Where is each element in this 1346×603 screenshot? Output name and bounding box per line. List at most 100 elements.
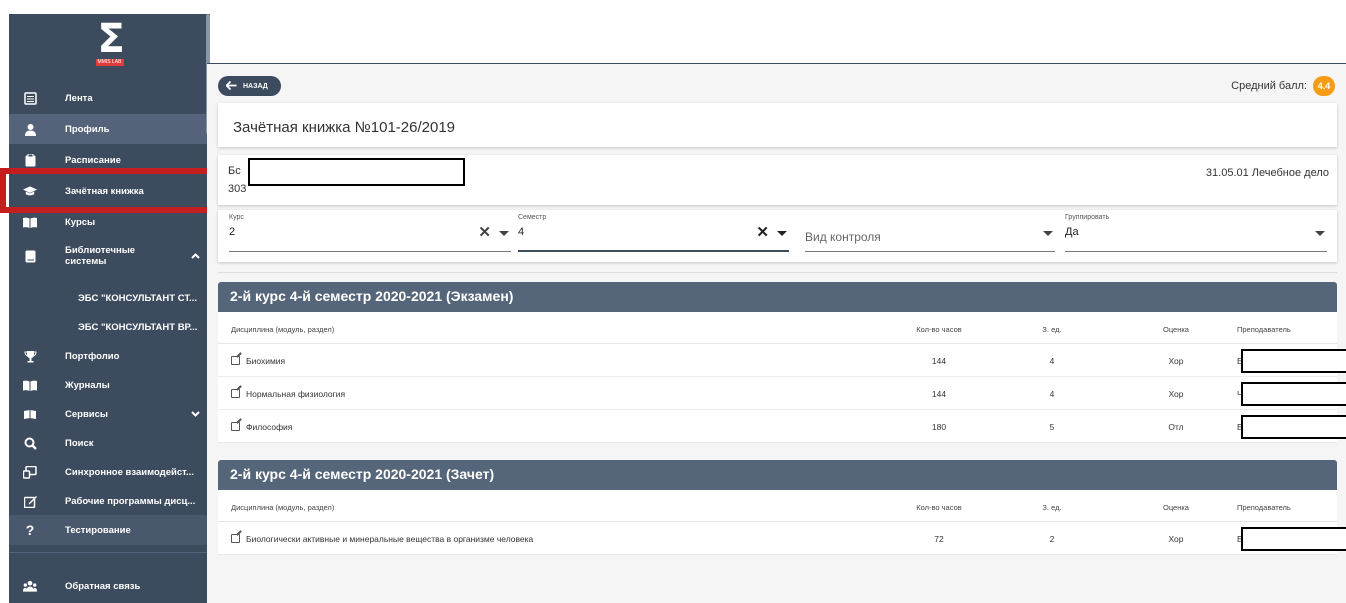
caret-down-icon[interactable] [777,231,787,236]
record-book-title-card: Зачётная книжка №101-26/2019 [218,103,1337,147]
divider [218,272,1337,273]
discipline-cell: Биохимия [231,356,285,366]
back-button-label: НАЗАД [243,82,268,90]
sidebar-item-label: Журналы [65,379,110,391]
section-title: 2-й курс 4-й семестр 2020-2021 (Зачет) [230,466,495,482]
logo-tag: MMIS LAB [95,59,124,66]
feed-icon [23,91,37,105]
average-score-badge: 4.4 [1313,76,1335,96]
table-header: Дисциплина (модуль, раздел) Кол-во часов… [218,490,1337,522]
sidebar-item-label: Курсы [65,216,96,228]
sidebar-item-ebs-doctor[interactable]: ЭБС "КОНСУЛЬТАНТ ВР... [9,312,210,342]
logo[interactable]: Σ MMIS LAB [9,14,210,72]
control-type-placeholder: Вид контроля [805,230,881,244]
sidebar-item-label: Поиск [65,437,94,449]
average-score-label: Средний балл: [1231,80,1307,92]
sidebar-item-testing[interactable]: ? Тестирование [9,515,210,545]
discipline-name: Философия [246,422,293,432]
edit-icon[interactable] [231,534,240,543]
group-by-select[interactable]: Группировать Да [1065,214,1327,252]
clipboard-icon [23,153,37,167]
col-grade-header: Оценка [1163,503,1189,512]
caret-down-icon[interactable] [1315,231,1325,236]
grade-cell: Хор [1168,389,1184,399]
clear-icon[interactable]: ✕ [756,225,769,240]
sidebar-item-library-systems[interactable]: Библиотечные системы [9,238,210,274]
arrow-left-icon [225,80,237,92]
group-by-select-value: Да [1065,226,1079,238]
hours-cell: 144 [931,356,947,366]
back-button[interactable]: НАЗАД [218,76,281,96]
discipline-name: Нормальная физиология [246,389,346,399]
sidebar-item-label: Расписание [65,154,121,166]
semester-select-value: 4 [518,226,525,238]
redacted-name-box [248,158,465,186]
book-open-icon [23,215,37,229]
sidebar-item-feed[interactable]: Лента [9,83,210,113]
clear-icon[interactable]: ✕ [478,225,491,240]
sidebar-item-label: Лента [65,92,93,104]
col-teacher-header: Преподаватель [1237,325,1291,334]
table-row[interactable]: Биологически активные и минеральные веще… [218,522,1346,555]
course-select-label: Курс [229,214,244,221]
services-icon [23,407,37,421]
discipline-cell: Биологически активные и минеральные веще… [231,534,533,544]
main-content: НАЗАД Средний балл: 4.4 Зачётная книжка … [207,63,1346,603]
ze-cell: 5 [1049,422,1055,432]
sidebar-item-work-programs[interactable]: Рабочие программы дисц... [9,486,210,516]
course-select[interactable]: Курс 2 ✕ [229,214,511,252]
sidebar-item-portfolio[interactable]: Портфолио [9,341,210,371]
trophy-icon [23,349,37,363]
sync-icon [23,465,37,479]
control-type-select[interactable]: Вид контроля [805,214,1055,252]
logo-symbol: Σ [97,16,125,62]
edit-icon [23,494,37,508]
table-row[interactable]: Нормальная физиология 144 4 Хор Ч [218,377,1346,410]
sidebar-divider [9,552,210,553]
ze-cell: 2 [1049,534,1055,544]
course-select-value: 2 [229,226,236,238]
sidebar-item-sync[interactable]: Синхронное взаимодейст... [9,457,210,487]
discipline-cell: Философия [231,422,292,432]
person-icon [23,122,37,136]
discipline-name: Биологически активные и минеральные веще… [246,534,534,544]
discipline-cell: Нормальная физиология [231,389,345,399]
section-header-credit: 2-й курс 4-й семестр 2020-2021 (Зачет) [218,460,1337,490]
search-icon [23,436,37,450]
col-teacher-header: Преподаватель [1237,503,1291,512]
sidebar-item-services[interactable]: Сервисы [9,399,210,429]
edit-icon[interactable] [231,356,240,365]
sidebar-item-label: Синхронное взаимодейст... [65,466,194,478]
sidebar-item-feedback[interactable]: Обратная связь [9,571,210,601]
redacted-teacher-box [1241,349,1346,373]
table-row[interactable]: Биохимия 144 4 Хор Е [218,344,1346,377]
section-title: 2-й курс 4-й семестр 2020-2021 (Экзамен) [230,288,514,304]
sidebar-item-profile[interactable]: Профиль [9,114,210,144]
sidebar-item-label: Сервисы [65,408,109,420]
edit-icon[interactable] [231,422,240,431]
col-hours-header: Кол-во часов [916,503,962,512]
student-group: 303 [228,183,247,195]
sidebar-item-label: ЭБС "КОНСУЛЬТАНТ СТ... [78,292,197,304]
caret-down-icon[interactable] [499,231,509,236]
discipline-name: Биохимия [246,356,286,366]
highlight-frame [0,168,218,213]
sidebar: Σ MMIS LAB Лента Профиль Расписание Зачё… [9,14,210,603]
col-hours-header: Кол-во часов [916,325,962,334]
col-discipline-header: Дисциплина (модуль, раздел) [231,503,335,512]
table-row[interactable]: Философия 180 5 Отл Е [218,410,1346,443]
sidebar-item-search[interactable]: Поиск [9,428,210,458]
redacted-teacher-box [1241,415,1346,439]
ze-cell: 4 [1049,389,1055,399]
sidebar-item-journals[interactable]: Журналы [9,370,210,400]
grade-cell: Отл [1168,422,1184,432]
sidebar-item-label: Библиотечные системы [65,245,136,267]
sidebar-item-label: Рабочие программы дисц... [65,495,196,507]
table-header: Дисциплина (модуль, раздел) Кол-во часов… [218,312,1337,344]
semester-select[interactable]: Семестр 4 ✕ [518,214,789,252]
sidebar-item-ebs-student[interactable]: ЭБС "КОНСУЛЬТАНТ СТ... [9,283,210,313]
caret-down-icon[interactable] [1043,231,1053,236]
redacted-teacher-box [1241,382,1346,406]
sidebar-item-label: ЭБС "КОНСУЛЬТАНТ ВР... [78,321,198,333]
edit-icon[interactable] [231,389,240,398]
